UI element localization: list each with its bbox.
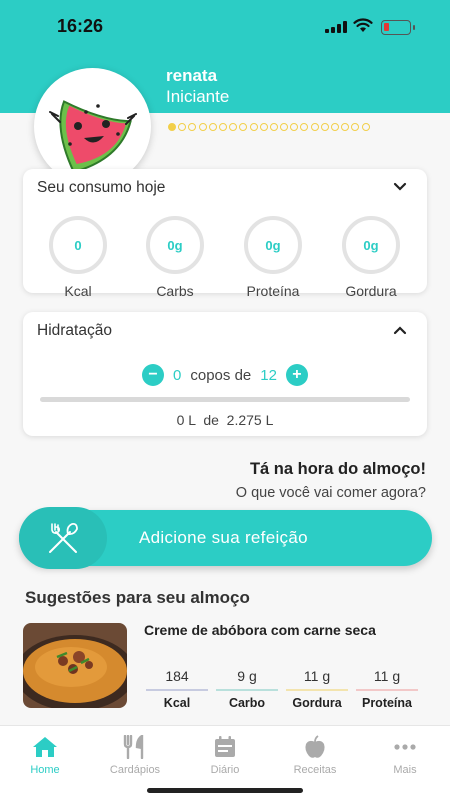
nutrient-value: 11 g xyxy=(303,668,331,684)
progress-dot xyxy=(290,123,299,131)
tab-home[interactable]: Home xyxy=(10,735,80,776)
progress-dot xyxy=(239,123,248,131)
consumo-title: Seu consumo hoje xyxy=(37,179,166,196)
gordura-label: Gordura xyxy=(345,283,397,299)
avatar[interactable] xyxy=(34,68,151,185)
nutrient-label: Carbo xyxy=(228,696,266,710)
chevron-down-icon[interactable] xyxy=(393,182,407,192)
cutlery-icon xyxy=(123,735,144,759)
apple-icon xyxy=(305,735,325,758)
suggestion-food-name[interactable]: Creme de abóbora com carne seca xyxy=(144,622,414,639)
suggestion-food-image[interactable] xyxy=(23,623,127,708)
watermelon-avatar-icon xyxy=(49,100,137,174)
progress-dot xyxy=(300,123,309,131)
progress-dot xyxy=(229,123,238,131)
nutrient-underline xyxy=(356,689,418,691)
tab-mais-label: Mais xyxy=(393,764,417,776)
progress-dot xyxy=(351,123,360,131)
liters-text: 0 L de 2.275 L xyxy=(176,412,274,428)
progress-dot xyxy=(168,123,176,131)
cups-count: 0 xyxy=(173,366,182,384)
add-meal-label: Adicione sua refeição xyxy=(139,528,308,547)
tab-receitas[interactable]: Receitas xyxy=(280,735,350,776)
status-bar: 16:26 xyxy=(0,0,450,52)
progress-dot xyxy=(178,123,187,131)
nutrient-underline xyxy=(216,689,278,691)
proteina-label: Proteína xyxy=(246,283,300,299)
tab-cardapios-label: Cardápios xyxy=(109,764,161,776)
progress-dot xyxy=(280,123,289,131)
consumo-gordura: 0g Gordura xyxy=(331,216,411,299)
meal-time-subtitle: O que você vai comer agora? xyxy=(235,485,426,501)
wifi-icon xyxy=(353,18,373,32)
home-indicator xyxy=(147,788,303,793)
progress-dot xyxy=(269,123,278,131)
hidratacao-title: Hidratação xyxy=(37,322,112,339)
nutrient-value: 184 xyxy=(165,668,189,684)
progress-dot xyxy=(259,123,268,131)
progress-dot xyxy=(198,123,207,131)
nutrient-underline xyxy=(286,689,348,691)
status-time: 16:26 xyxy=(57,16,104,36)
tab-home-label: Home xyxy=(30,764,60,776)
kcal-label: Kcal xyxy=(64,283,92,299)
progress-dot xyxy=(218,123,227,131)
nutrient-2: 11 g Gordura xyxy=(286,668,348,710)
kcal-ring: 0 xyxy=(49,216,107,274)
nutrient-value: 9 g xyxy=(237,668,257,684)
gordura-ring: 0g xyxy=(342,216,400,274)
nutrient-3: 11 g Proteína xyxy=(356,668,418,710)
progress-dot xyxy=(188,123,197,131)
tab-receitas-label: Receitas xyxy=(293,764,337,776)
progress-dot xyxy=(208,123,217,131)
add-meal-button[interactable]: Adicione sua refeição xyxy=(19,507,432,569)
calendar-icon xyxy=(215,736,235,757)
cups-goal: 12 xyxy=(260,366,277,384)
hidratacao-counter: − 0 copos de 12 + xyxy=(23,364,427,386)
tab-diario-label: Diário xyxy=(210,764,240,776)
battery-icon xyxy=(381,20,415,35)
progress-dot xyxy=(331,123,339,131)
user-level: Iniciante xyxy=(166,87,230,106)
nutrient-1: 9 g Carbo xyxy=(216,668,278,710)
tab-diario[interactable]: Diário xyxy=(190,735,260,776)
meal-time-title: Tá na hora do almoço! xyxy=(249,460,426,478)
progress-dot xyxy=(310,123,319,131)
nutrient-label: Gordura xyxy=(292,696,342,710)
progress-dot xyxy=(320,123,329,131)
nutrient-underline xyxy=(146,689,208,691)
signal-icon xyxy=(325,21,347,33)
consumo-kcal: 0 Kcal xyxy=(38,216,118,299)
cups-of-label: copos de xyxy=(190,366,252,384)
nutrient-label: Proteína xyxy=(361,696,412,710)
more-icon xyxy=(394,744,416,750)
chevron-up-icon[interactable] xyxy=(393,325,407,335)
user-name: renata xyxy=(166,66,218,85)
tab-cardapios[interactable]: Cardápios xyxy=(100,735,170,776)
suggestions-title: Sugestões para seu almoço xyxy=(25,588,250,607)
progress-dot xyxy=(361,123,370,131)
progress-dot xyxy=(341,123,350,131)
carbs-ring: 0g xyxy=(146,216,204,274)
tab-mais[interactable]: Mais xyxy=(370,735,440,776)
nutrient-label: Kcal xyxy=(163,696,191,710)
hidratacao-card[interactable]: Hidratação − 0 copos de 12 + 0 L de 2.27… xyxy=(23,312,427,436)
hydration-progress-bar xyxy=(40,397,410,402)
soup-photo-icon xyxy=(23,623,127,708)
decrease-cups-button[interactable]: − xyxy=(142,364,165,386)
carbs-label: Carbs xyxy=(156,283,194,299)
proteina-ring: 0g xyxy=(244,216,302,274)
nutrient-0: 184 Kcal xyxy=(146,668,208,710)
consumo-proteina: 0g Proteína xyxy=(233,216,313,299)
nutrient-value: 11 g xyxy=(373,668,401,684)
increase-cups-button[interactable]: + xyxy=(285,364,308,386)
consumo-carbs: 0g Carbs xyxy=(135,216,215,299)
cutlery-icon xyxy=(49,522,78,553)
add-meal-icon-circle xyxy=(19,507,107,569)
home-icon xyxy=(33,737,57,757)
consumo-card[interactable]: Seu consumo hoje 0 Kcal 0g Carbs 0g Prot… xyxy=(23,169,427,299)
progress-dot xyxy=(249,123,258,131)
level-progress-dots xyxy=(168,123,370,131)
